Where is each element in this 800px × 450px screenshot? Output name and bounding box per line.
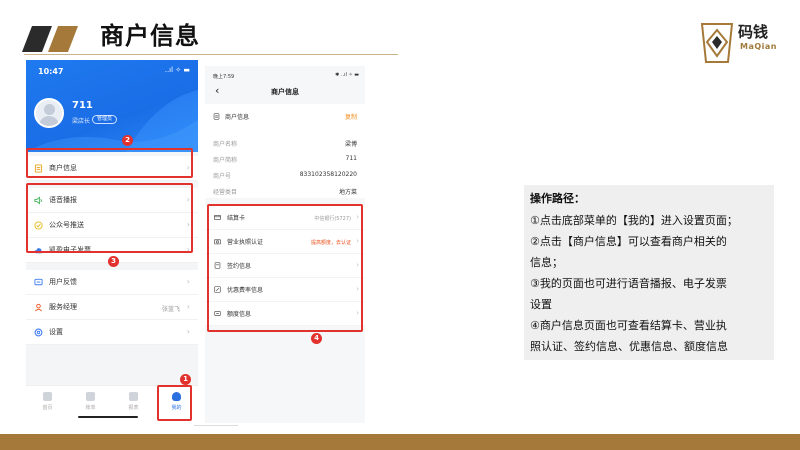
status-time: 晚上7:59: [213, 74, 235, 80]
footer-bar: [0, 434, 800, 450]
info-label-short-name: 商户简称: [213, 157, 238, 164]
note-line: 照认证、签约信息、优惠信息、额度信息: [530, 340, 728, 353]
info-value-name: 梁博: [344, 141, 357, 148]
slide-title: 商户信息: [100, 22, 200, 50]
status-time: 10:47: [38, 67, 64, 76]
status-icons: ..ıl ✧ ▬: [164, 66, 190, 74]
gear-icon: [34, 328, 43, 336]
highlight-detail-list: [207, 204, 363, 332]
user-name: 711: [72, 100, 93, 111]
note-line: ④商户信息页面也可查看结算卡、营业执: [530, 319, 727, 332]
info-value-merchant-id: 833102358120220: [299, 171, 357, 178]
avatar[interactable]: [34, 98, 64, 128]
person-icon: [35, 303, 42, 311]
copy-button[interactable]: 复制: [345, 112, 357, 121]
menu-item-label: 用户反馈: [49, 278, 77, 286]
note-line: 设置: [530, 298, 552, 311]
page-title: 商户信息: [271, 88, 299, 96]
step-marker-4: 4: [311, 333, 322, 344]
feedback-icon: [34, 278, 43, 285]
step-marker-3: 3: [108, 256, 119, 267]
info-label-name: 商户名称: [213, 141, 238, 148]
note-line: 信息；: [530, 256, 563, 269]
divider: [194, 425, 238, 426]
step-marker-1: 1: [180, 374, 191, 385]
highlight-menu-group: [26, 183, 193, 253]
menu-item-service-manager[interactable]: 服务经理 张蓝飞 ›: [26, 295, 198, 320]
menu-item-settings[interactable]: 设置 ›: [26, 320, 198, 345]
brand-logo-subtext: MaQian: [740, 42, 777, 51]
info-label-category: 经营类目: [213, 189, 238, 196]
info-value-short-name: 711: [345, 155, 357, 162]
note-line: ①点击底部菜单的【我的】进入设置页面；: [530, 214, 738, 227]
chevron-right-icon: ›: [186, 277, 190, 286]
highlight-mine-tab: [157, 385, 192, 421]
title-decoration-bars: [22, 26, 78, 52]
bill-icon: [86, 392, 95, 401]
tab-home[interactable]: 首页: [26, 386, 69, 423]
user-role-badge: 管理员: [92, 115, 118, 124]
home-icon: [43, 392, 52, 401]
operation-path-note: 操作路径： ①点击底部菜单的【我的】进入设置页面； ②点击【商户信息】可以查看商…: [524, 185, 774, 360]
menu-item-user-feedback[interactable]: 用户反馈 ›: [26, 270, 198, 295]
user-role: 梁店长: [72, 118, 91, 125]
profile-header: 10:47 ..ıl ✧ ▬ 711 梁店长 管理员: [26, 60, 198, 152]
note-title: 操作路径：: [530, 192, 585, 205]
note-line: ②点击【商户信息】可以查看商户相关的: [530, 235, 727, 248]
chevron-right-icon: ›: [186, 302, 190, 311]
note-line: ③我的页面也可进行语音播报、电子发票: [530, 277, 727, 290]
info-section-header: 商户信息: [213, 112, 249, 121]
home-indicator: [78, 416, 138, 418]
title-underline: [24, 54, 398, 55]
chevron-right-icon: ›: [186, 327, 190, 336]
menu-item-label: 服务经理: [49, 303, 77, 311]
service-manager-name: 张蓝飞: [161, 306, 180, 313]
report-icon: [129, 392, 138, 401]
brand-logo-text: 码钱: [738, 23, 769, 41]
status-icons: ✱ ..ıl ✧ ▬: [335, 72, 359, 78]
step-marker-2: 2: [122, 135, 133, 146]
info-value-category: 地方菜: [338, 189, 357, 196]
document-icon: [213, 113, 220, 120]
info-label-merchant-id: 商户号: [213, 173, 232, 180]
merchant-info-card: 商户信息 复制 商户名称 梁博 商户简称 711 商户号 83310235812…: [205, 104, 365, 198]
menu-item-label: 设置: [49, 328, 63, 336]
highlight-merchant-info: [26, 148, 193, 178]
